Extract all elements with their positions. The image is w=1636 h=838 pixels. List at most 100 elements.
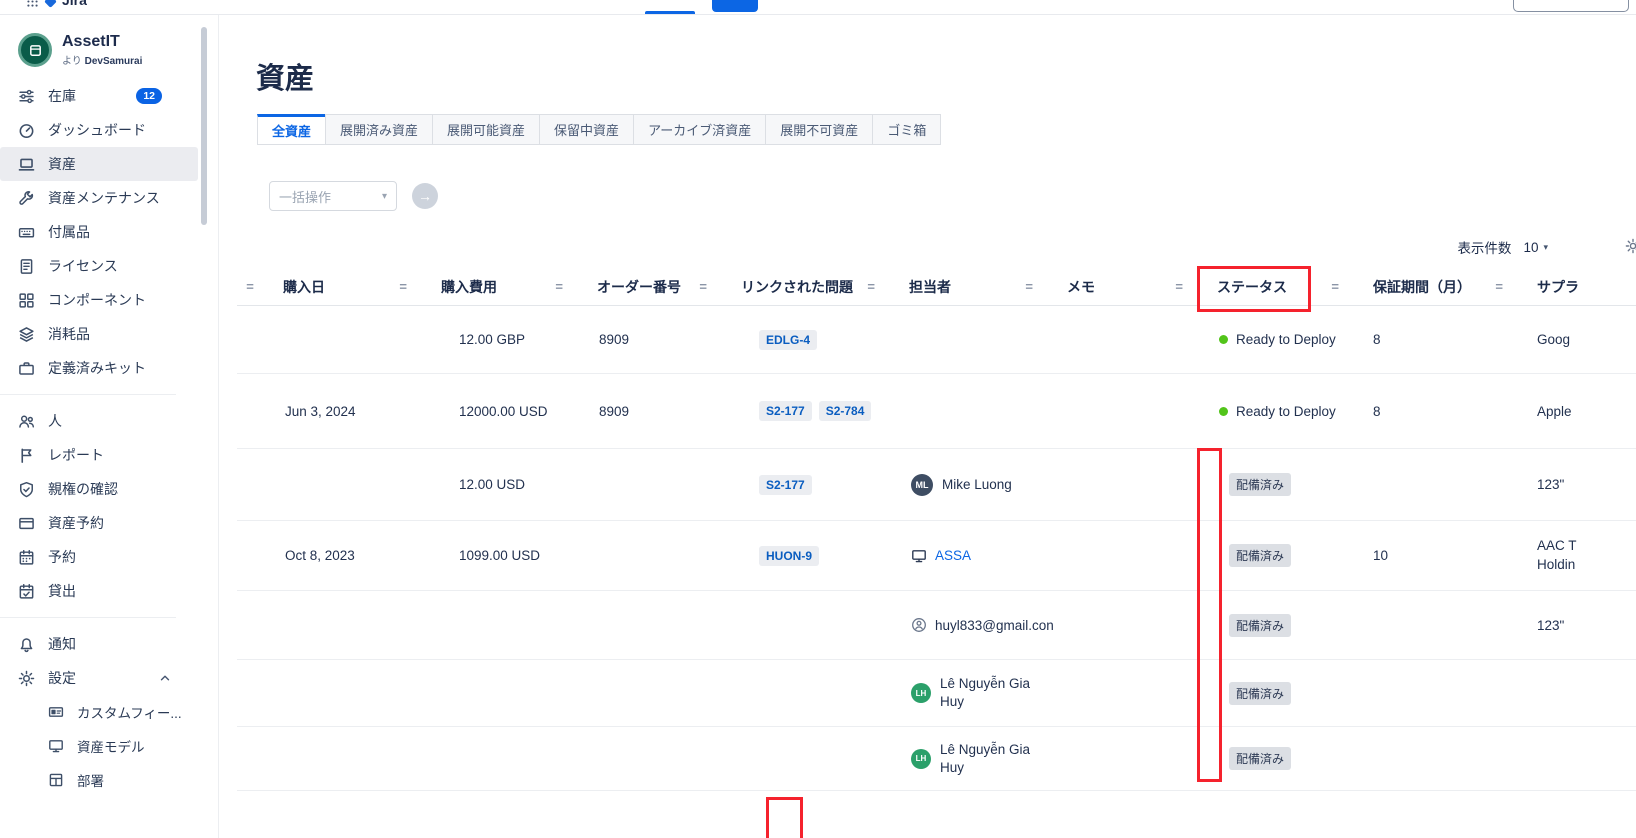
sidebar-divider — [0, 394, 176, 395]
avatar: ML — [911, 474, 933, 496]
monitor-icon — [48, 738, 64, 754]
cell-status: 配備済み — [1197, 544, 1353, 567]
filter-icon[interactable]: = — [867, 279, 875, 294]
sidebar-item-inventory[interactable]: 在庫 12 — [0, 79, 198, 113]
table-row[interactable]: huyl833@gmail.con 配備済み 123" — [237, 591, 1636, 660]
sidebar-item-label: 予約 — [48, 547, 76, 567]
tab-undeployable-assets[interactable]: 展開不可資産 — [765, 114, 873, 145]
sidebar-item-checkout[interactable]: 貸出 — [0, 574, 198, 608]
caret-down-icon: ▾ — [382, 191, 387, 202]
issue-key-chip[interactable]: EDLG-4 — [759, 330, 817, 350]
wrench-icon — [18, 190, 35, 207]
calendar-check-icon — [18, 583, 35, 600]
filter-icon[interactable]: = — [555, 279, 563, 294]
topbar: Jira — [0, 0, 1636, 15]
layers-icon — [18, 326, 35, 343]
filter-icon[interactable]: = — [399, 279, 407, 294]
column-header-memo[interactable]: メモ= — [1047, 268, 1197, 305]
tab-deployed-assets[interactable]: 展開済み資産 — [325, 114, 433, 145]
status-badge: 配備済み — [1229, 473, 1291, 496]
sidebar-item-reservation[interactable]: 予約 — [0, 540, 198, 574]
column-header-purchase-cost[interactable]: 購入費用= — [421, 268, 577, 305]
column-header-purchase-date[interactable]: 購入日= — [263, 268, 421, 305]
cell-assignee: LHLê Nguyễn Gia Huy — [889, 741, 1047, 776]
column-header-status[interactable]: ステータス= — [1197, 268, 1353, 305]
column-header-order-number[interactable]: オーダー番号= — [577, 268, 721, 305]
table-row[interactable]: LHLê Nguyễn Gia Huy 配備済み — [237, 727, 1636, 791]
cell-assignee: ASSA — [889, 548, 1047, 564]
sidebar-item-dashboard[interactable]: ダッシュボード — [0, 113, 198, 147]
count-badge: 12 — [136, 88, 162, 105]
table-row[interactable]: Jun 3, 2024 12000.00 USD 8909 S2-177S2-7… — [237, 374, 1636, 449]
table-row[interactable] — [237, 791, 1636, 838]
assets-table: = 購入日= 購入費用= オーダー番号= リンクされた問題= 担当者= メモ= … — [237, 268, 1636, 838]
issue-key-chip[interactable]: S2-177 — [759, 475, 812, 495]
column-header-linked-issues[interactable]: リンクされた問題= — [721, 268, 889, 305]
cell-purchase-cost: 12.00 GBP — [421, 332, 577, 347]
column-header-warranty[interactable]: 保証期間（月）= — [1353, 268, 1517, 305]
filter-icon[interactable]: = — [1495, 279, 1503, 294]
issue-key-chip[interactable]: S2-177 — [759, 401, 812, 421]
table-header-row: = 購入日= 購入費用= オーダー番号= リンクされた問題= 担当者= メモ= … — [237, 268, 1636, 306]
bulk-action-apply-button[interactable]: → — [412, 183, 438, 209]
tab-deployable-assets[interactable]: 展開可能資産 — [432, 114, 540, 145]
cell-assignee: LHLê Nguyễn Gia Huy — [889, 675, 1047, 710]
page-size-value[interactable]: 10 — [1523, 240, 1538, 255]
bulk-action-select[interactable]: 一括操作 ▾ — [269, 181, 397, 211]
assignee-asset-link[interactable]: ASSA — [935, 548, 971, 563]
table-row[interactable]: 12.00 USD S2-177 MLMike Luong 配備済み 123" — [237, 449, 1636, 521]
sidebar-item-departments[interactable]: 部署 — [0, 763, 198, 797]
column-header-supplier[interactable]: サプラ — [1517, 268, 1636, 305]
page-size-control[interactable]: 表示件数 10 ▾ — [1457, 237, 1548, 257]
create-button[interactable] — [712, 0, 758, 12]
assignee-name: Lê Nguyễn Gia Huy — [940, 741, 1045, 776]
person-icon — [911, 617, 927, 633]
dashboard-icon — [18, 122, 35, 139]
sidebar-item-asset-reservation[interactable]: 資産予約 — [0, 506, 198, 540]
sidebar-item-asset-models[interactable]: 資産モデル — [0, 729, 198, 763]
status-badge: 配備済み — [1229, 614, 1291, 637]
filter-icon[interactable]: = — [699, 279, 707, 294]
sidebar-item-settings[interactable]: 設定 — [0, 661, 198, 695]
tab-pending-assets[interactable]: 保留中資産 — [539, 114, 634, 145]
sidebar-item-consumables[interactable]: 消耗品 — [0, 317, 198, 351]
sidebar-item-accessories[interactable]: 付属品 — [0, 215, 198, 249]
app-title-block: AssetIT より DevSamurai — [62, 33, 142, 66]
issue-key-chip[interactable]: S2-784 — [819, 401, 872, 421]
filter-icon[interactable]: = — [1175, 279, 1183, 294]
table-row[interactable]: 12.00 GBP 8909 EDLG-4 Ready to Deploy 8 … — [237, 306, 1636, 374]
cell-status: 配備済み — [1197, 614, 1353, 637]
filter-icon[interactable]: = — [246, 279, 254, 294]
sidebar-item-asset-maintenance[interactable]: 資産メンテナンス — [0, 181, 198, 215]
sidebar-item-label: 部署 — [77, 770, 104, 790]
table-settings-icon[interactable] — [1625, 238, 1636, 254]
sidebar-item-reports[interactable]: レポート — [0, 438, 198, 472]
app-switcher-icon[interactable] — [26, 0, 39, 8]
sidebar-item-components[interactable]: コンポーネント — [0, 283, 198, 317]
sidebar-item-people[interactable]: 人 — [0, 404, 198, 438]
cell-warranty: 8 — [1353, 404, 1517, 419]
table-row[interactable]: Oct 8, 2023 1099.00 USD HUON-9 ASSA 配備済み… — [237, 521, 1636, 591]
filter-icon[interactable]: = — [1331, 279, 1339, 294]
filter-icon[interactable]: = — [1025, 279, 1033, 294]
issue-key-chip[interactable]: HUON-9 — [759, 546, 819, 566]
table-row[interactable]: LHLê Nguyễn Gia Huy 配備済み — [237, 660, 1636, 727]
page-size-label: 表示件数 — [1457, 237, 1511, 257]
tab-trash[interactable]: ゴミ箱 — [872, 114, 941, 145]
sidebar-item-custody-confirmation[interactable]: 親権の確認 — [0, 472, 198, 506]
sidebar-item-licenses[interactable]: ライセンス — [0, 249, 198, 283]
sidebar-item-predefined-kits[interactable]: 定義済みキット — [0, 351, 198, 385]
sidebar-item-assets[interactable]: 資産 — [0, 147, 198, 181]
column-header-assignee[interactable]: 担当者= — [889, 268, 1047, 305]
bulk-action-row: 一括操作 ▾ → — [269, 181, 1636, 211]
sidebar-item-custom-fields[interactable]: カスタムフィー... — [0, 695, 198, 729]
sidebar-item-label: 資産予約 — [48, 513, 104, 533]
sidebar-item-notifications[interactable]: 通知 — [0, 627, 198, 661]
calendar-icon — [18, 549, 35, 566]
sidebar-item-label: 資産 — [48, 154, 76, 174]
search-input[interactable] — [1513, 0, 1629, 12]
sidebar-item-label: 在庫 — [48, 86, 76, 106]
sidebar-scrollbar[interactable] — [201, 27, 207, 225]
tab-all-assets[interactable]: 全資産 — [257, 114, 326, 145]
tab-archived-assets[interactable]: アーカイブ済資産 — [633, 114, 766, 145]
